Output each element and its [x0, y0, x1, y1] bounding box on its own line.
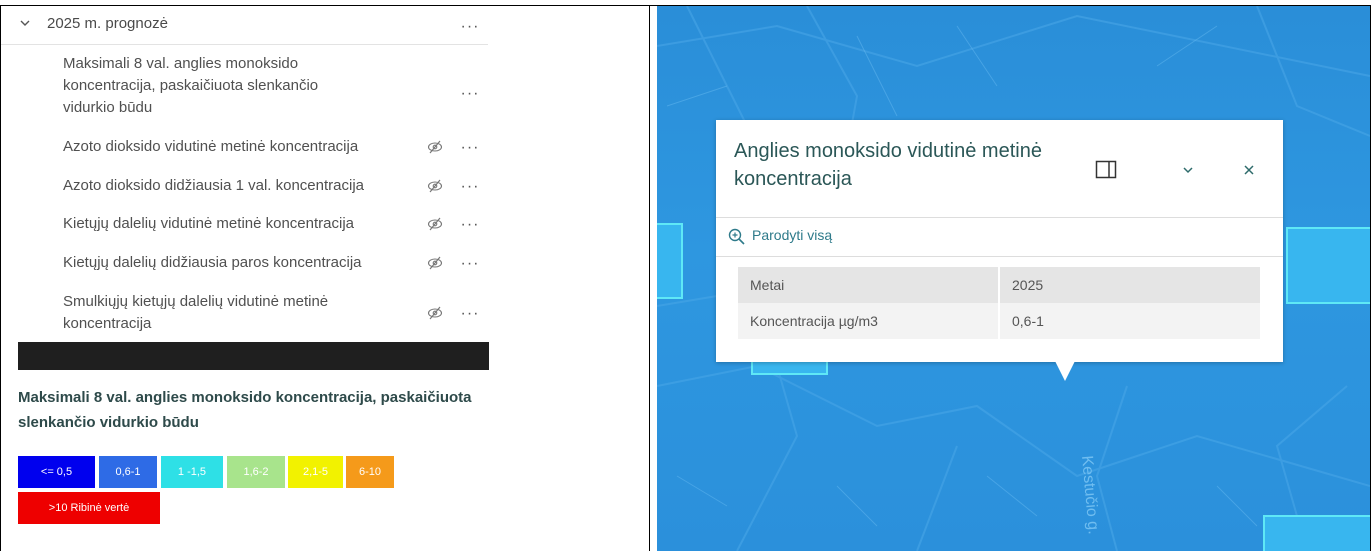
popup-title-line: koncentracija [734, 168, 852, 190]
legend-swatch-label: 6-10 [358, 466, 382, 478]
popup-pointer [1055, 361, 1075, 381]
legend-swatch: <= 0,5 [18, 456, 95, 488]
layer-item-label: Kietųjų dalelių vidutinė metinė koncentr… [63, 215, 355, 232]
layer-item-co-max-8h[interactable]: Maksimali 8 val. anglies monoksido konce… [63, 53, 318, 119]
more-options-icon[interactable]: ··· [459, 19, 481, 35]
table-row: Metai 2025 [738, 267, 1260, 303]
layer-item-pm-daily-max[interactable]: Kietųjų dalelių didžiausia paros koncent… [63, 252, 362, 274]
frame-divider-line [649, 5, 650, 551]
legend-swatch-label: <= 0,5 [40, 466, 73, 478]
visibility-off-icon[interactable] [427, 217, 443, 231]
visibility-off-icon[interactable] [427, 256, 443, 270]
dock-icon[interactable] [1095, 160, 1117, 180]
more-options-icon[interactable]: ··· [459, 86, 481, 102]
layer-item-pm25-annual[interactable]: Smulkiųjų kietųjų dalelių vidutinė metin… [63, 291, 328, 335]
divider-bar [18, 342, 489, 370]
more-options-icon[interactable]: ··· [459, 306, 481, 322]
legend-swatch-label: >10 Ribinė vertė [48, 502, 130, 514]
more-options-icon[interactable]: ··· [459, 217, 481, 233]
layer-list-panel: 2025 m. prognozė ··· Maksimali 8 val. an… [1, 6, 649, 550]
legend-swatch: >10 Ribinė vertė [18, 492, 160, 524]
layer-item-label: Kietųjų dalelių didžiausia paros koncent… [63, 254, 362, 271]
visibility-off-icon[interactable] [427, 179, 443, 193]
attribute-key: Metai [738, 267, 1000, 303]
legend-swatch-label: 1 -1,5 [177, 466, 207, 478]
legend-title-line: Maksimali 8 val. anglies monoksido konce… [18, 389, 472, 406]
layer-group-header[interactable]: 2025 m. prognozė ··· [1, 6, 488, 45]
legend-title-line: slenkančio vidurkio būdu [18, 414, 199, 431]
chevron-down-icon[interactable] [1182, 165, 1194, 175]
visibility-off-icon[interactable] [427, 140, 443, 154]
layer-item-label: Azoto dioksido didžiausia 1 val. koncent… [63, 177, 365, 194]
legend-swatch: 1 -1,5 [161, 456, 223, 488]
legend-swatch-label: 1,6-2 [243, 466, 269, 478]
attribute-value: 2025 [999, 267, 1260, 303]
chevron-down-icon[interactable] [19, 17, 31, 29]
layer-item-label: vidurkio būdu [63, 99, 153, 116]
close-icon[interactable] [1243, 164, 1255, 176]
layer-item-label: koncentracija, paskaičiuota slenkančio [63, 77, 319, 94]
legend-swatch-label: 2,1-5 [302, 466, 329, 478]
layer-item-pm-annual[interactable]: Kietųjų dalelių vidutinė metinė koncentr… [63, 213, 354, 235]
attribute-key: Koncentracija µg/m3 [738, 303, 1000, 339]
visibility-off-icon[interactable] [427, 306, 443, 320]
layer-item-label: koncentracija [63, 315, 152, 332]
layer-group-title: 2025 m. prognozė [47, 15, 168, 32]
more-options-icon[interactable]: ··· [459, 179, 481, 195]
street-label: Kestučio g. [1078, 455, 1102, 535]
legend-swatch: 1,6-2 [227, 456, 285, 488]
layer-item-label: Smulkiųjų kietųjų dalelių vidutinė metin… [63, 293, 329, 310]
more-options-icon[interactable]: ··· [459, 256, 481, 272]
popup-separator [716, 217, 1283, 218]
map-view[interactable]: Kestučio g. Anglies monoksido vidutinė m… [657, 6, 1370, 551]
popup-separator [716, 256, 1283, 257]
table-row: Koncentracija µg/m3 0,6-1 [738, 303, 1260, 339]
layer-item-label: Maksimali 8 val. anglies monoksido [63, 55, 299, 72]
legend-swatch: 6-10 [346, 456, 394, 488]
popup-title: Anglies monoksido vidutinė metinė koncen… [734, 137, 1064, 193]
feature-popup: Anglies monoksido vidutinė metinė koncen… [716, 120, 1283, 381]
legend-swatch-label: 0,6-1 [115, 466, 141, 478]
layer-item-no2-max-1h[interactable]: Azoto dioksido didžiausia 1 val. koncent… [63, 175, 364, 197]
legend-swatch: 0,6-1 [99, 456, 157, 488]
attribute-table: Metai 2025 Koncentracija µg/m3 0,6-1 [738, 267, 1260, 339]
zoom-to-link[interactable]: Parodyti visą [752, 227, 832, 243]
zoom-to-icon[interactable] [728, 228, 746, 246]
popup-title-line: Anglies monoksido vidutinė metinė [734, 140, 1042, 162]
layer-item-no2-annual[interactable]: Azoto dioksido vidutinė metinė koncentra… [63, 136, 358, 158]
layer-item-label: Azoto dioksido vidutinė metinė koncentra… [63, 138, 359, 155]
attribute-value: 0,6-1 [999, 303, 1260, 339]
legend-swatch: 2,1-5 [288, 456, 343, 488]
legend-title: Maksimali 8 val. anglies monoksido konce… [18, 385, 498, 435]
more-options-icon[interactable]: ··· [459, 140, 481, 156]
